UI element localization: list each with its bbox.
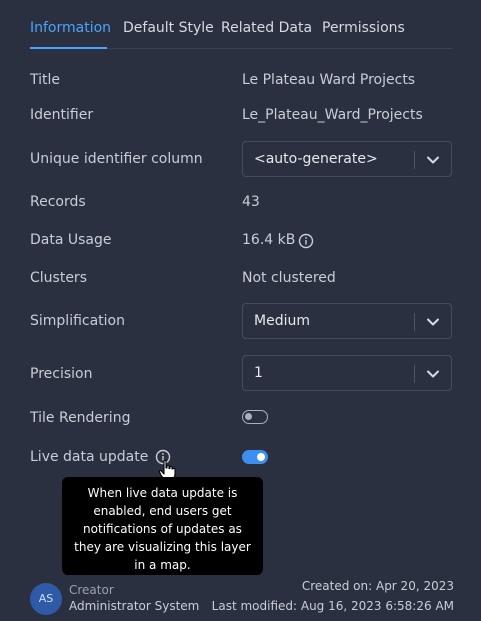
clusters-value: Not clustered bbox=[242, 270, 336, 286]
select-divider bbox=[414, 365, 415, 383]
unique-id-column-value: <auto-generate> bbox=[254, 151, 378, 167]
chevron-down-icon bbox=[427, 318, 439, 326]
precision-select[interactable]: 1 bbox=[242, 355, 452, 391]
data-usage-label: Data Usage bbox=[30, 232, 112, 248]
clusters-label: Clusters bbox=[30, 270, 87, 286]
creator-label: Creator bbox=[69, 583, 114, 597]
records-value: 43 bbox=[242, 194, 260, 210]
records-label: Records bbox=[30, 194, 86, 210]
tab-information[interactable]: Information bbox=[30, 20, 111, 36]
data-usage-info-icon[interactable] bbox=[298, 233, 314, 249]
toggle-knob bbox=[257, 453, 265, 461]
identifier-label: Identifier bbox=[30, 107, 94, 123]
created-on: Created on: Apr 20, 2023 bbox=[301, 579, 454, 593]
chevron-down-icon bbox=[427, 156, 439, 164]
precision-value: 1 bbox=[254, 365, 263, 381]
toggle-knob bbox=[245, 413, 252, 420]
tooltip-text: When live data update is enabled, end us… bbox=[74, 486, 251, 572]
simplification-select[interactable]: Medium bbox=[242, 303, 452, 339]
live-data-update-toggle[interactable] bbox=[242, 450, 268, 464]
tile-rendering-toggle[interactable] bbox=[242, 410, 268, 424]
creator-name: Administrator System bbox=[69, 599, 200, 613]
active-tab-indicator bbox=[30, 47, 107, 49]
simplification-value: Medium bbox=[254, 313, 310, 329]
select-divider bbox=[414, 151, 415, 169]
live-data-update-label: Live data update bbox=[30, 449, 149, 465]
title-label: Title bbox=[30, 72, 61, 88]
title-value: Le Plateau Ward Projects bbox=[242, 72, 416, 88]
unique-id-column-select[interactable]: <auto-generate> bbox=[242, 141, 452, 177]
unique-id-column-label: Unique identifier column bbox=[30, 151, 203, 167]
select-divider bbox=[414, 313, 415, 331]
precision-label: Precision bbox=[30, 366, 93, 382]
avatar: AS bbox=[30, 583, 62, 615]
tab-related-data[interactable]: Related Data bbox=[221, 20, 312, 36]
tab-permissions[interactable]: Permissions bbox=[322, 20, 405, 36]
live-data-update-tooltip: When live data update is enabled, end us… bbox=[62, 477, 263, 575]
data-usage-value: 16.4 kB bbox=[242, 232, 296, 248]
chevron-down-icon bbox=[427, 370, 439, 378]
tile-rendering-label: Tile Rendering bbox=[30, 410, 131, 426]
identifier-value: Le_Plateau_Ward_Projects bbox=[242, 107, 423, 123]
last-modified: Last modified: Aug 16, 2023 6:58:26 AM bbox=[211, 599, 454, 613]
tab-bar: Information Default Style Related Data P… bbox=[30, 18, 453, 49]
tab-default-style[interactable]: Default Style bbox=[123, 20, 214, 36]
simplification-label: Simplification bbox=[30, 313, 125, 329]
